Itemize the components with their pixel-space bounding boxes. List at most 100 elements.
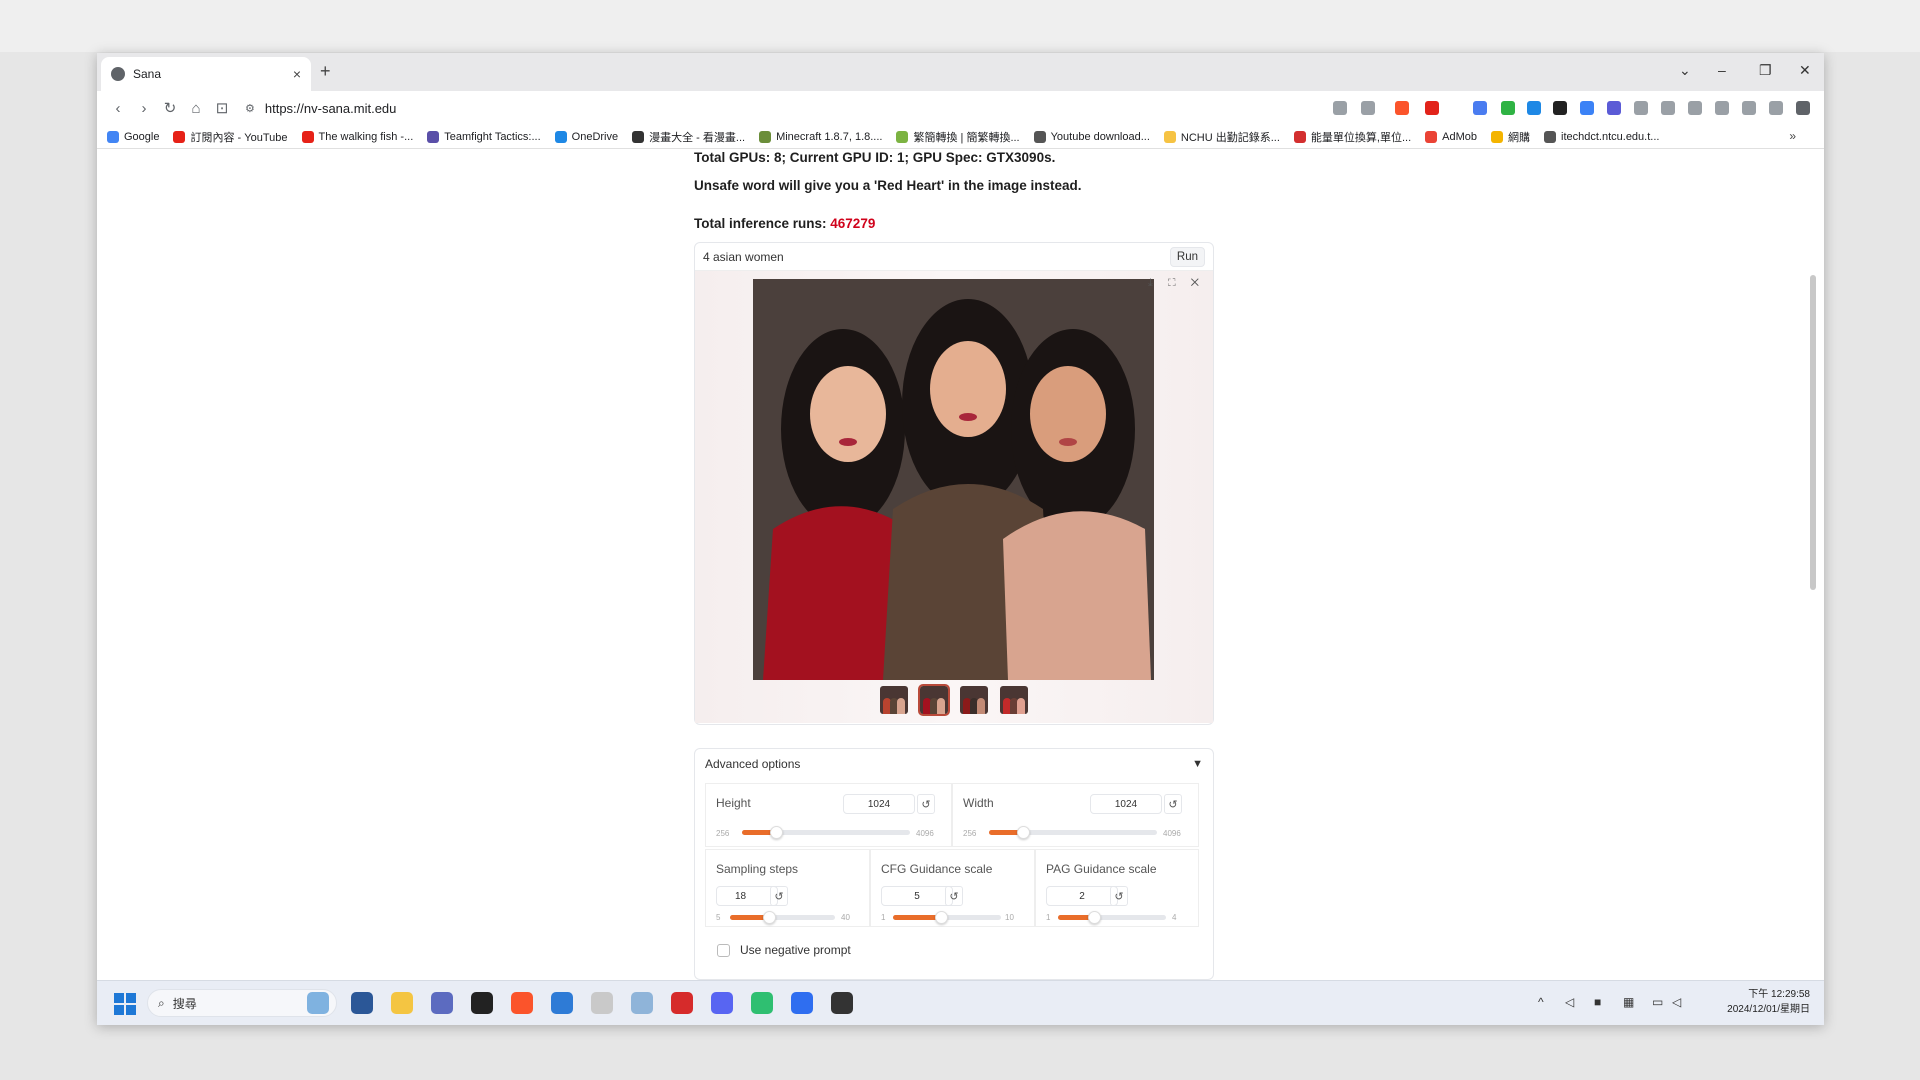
tray-expand-icon[interactable]: ^ <box>1538 995 1544 1009</box>
pag-scale-slider-knob[interactable] <box>1087 911 1101 924</box>
height-input[interactable]: 1024 <box>843 794 915 814</box>
gallery-tools[interactable]: ⤓ ⛶ ✕ <box>1148 277 1205 290</box>
minimize-button[interactable]: – <box>1718 62 1726 78</box>
extension-shield-icon[interactable] <box>1501 101 1515 115</box>
media-icon[interactable] <box>1661 101 1675 115</box>
run-button[interactable]: Run <box>1169 246 1205 267</box>
close-tab-icon[interactable]: × <box>293 66 301 82</box>
generated-image[interactable] <box>753 279 1154 680</box>
terminal-icon[interactable] <box>471 992 493 1014</box>
sampling-steps-reset-icon[interactable]: ↺ <box>770 886 788 906</box>
bookmark-item[interactable]: Youtube download... <box>1033 130 1150 143</box>
sampling-steps-slider-knob[interactable] <box>762 911 776 924</box>
cfg-scale-slider-knob[interactable] <box>934 911 948 924</box>
site-info-icon[interactable]: ⚙ <box>245 102 255 115</box>
scrollbar-thumb[interactable] <box>1810 275 1816 590</box>
forward-icon[interactable]: › <box>131 100 157 117</box>
thumbnail-4[interactable] <box>1000 686 1028 714</box>
width-reset-icon[interactable]: ↺ <box>1164 794 1182 814</box>
home-icon[interactable]: ⌂ <box>183 100 209 117</box>
width-input[interactable]: 1024 <box>1090 794 1162 814</box>
bookmark-item[interactable]: 繁簡轉換 | 簡繁轉換... <box>896 129 1020 145</box>
pag-scale-input[interactable]: 2 <box>1046 886 1118 906</box>
widgets-icon[interactable] <box>307 992 329 1014</box>
height-reset-icon[interactable]: ↺ <box>917 794 935 814</box>
height-slider-knob[interactable] <box>769 826 783 839</box>
messenger-icon[interactable] <box>791 992 813 1014</box>
tab-sana[interactable]: Sana × <box>101 57 311 91</box>
ime-mode-icon[interactable]: ▦ <box>1623 995 1634 1009</box>
height-slider[interactable] <box>742 826 910 839</box>
app-blue-icon[interactable] <box>551 992 573 1014</box>
restore-button[interactable]: ❐ <box>1759 62 1772 79</box>
negative-prompt-toggle[interactable]: Use negative prompt <box>717 943 851 957</box>
bookmark-item[interactable]: OneDrive <box>554 130 618 143</box>
width-slider-knob[interactable] <box>1016 826 1030 839</box>
advanced-options-header[interactable]: Advanced options ▼ <box>695 749 1213 779</box>
wallet-icon[interactable] <box>1742 101 1756 115</box>
close-window-button[interactable]: ✕ <box>1799 62 1811 79</box>
extension-sound-icon[interactable] <box>1580 101 1594 115</box>
discord-icon[interactable] <box>711 992 733 1014</box>
bookmark-item[interactable]: The walking fish -... <box>301 130 413 143</box>
new-tab-button[interactable]: + <box>320 61 331 82</box>
collapse-arrow-icon[interactable]: ▼ <box>1192 758 1203 770</box>
extension-dark-icon[interactable] <box>1553 101 1567 115</box>
bookmark-icon[interactable]: ⊡ <box>209 99 235 117</box>
ime-icon[interactable]: ■ <box>1594 995 1601 1009</box>
bookmark-item[interactable]: 能量單位換算,單位... <box>1293 129 1411 145</box>
tab-search-dropdown-icon[interactable]: ⌄ <box>1679 62 1691 79</box>
speaker-icon[interactable]: ◁ <box>1565 995 1574 1009</box>
network-icon[interactable]: ▭ <box>1652 995 1663 1009</box>
store-icon[interactable] <box>351 992 373 1014</box>
thumbnail-2[interactable] <box>918 684 950 716</box>
extensions-puzzle-icon[interactable] <box>1634 101 1648 115</box>
bookmark-item[interactable]: AdMob <box>1425 130 1477 143</box>
page-scrollbar[interactable] <box>1808 150 1818 980</box>
back-icon[interactable]: ‹ <box>105 100 131 117</box>
brave-rewards-icon[interactable] <box>1425 101 1439 115</box>
bookmark-item[interactable]: 訂閱內容 - YouTube <box>173 129 288 145</box>
extension-download-icon[interactable] <box>1527 101 1541 115</box>
app-dark-icon[interactable] <box>831 992 853 1014</box>
bookmark-item[interactable]: Google <box>107 130 159 143</box>
notepad-icon[interactable] <box>751 992 773 1014</box>
address-bar[interactable]: ⚙ https://nv-sana.mit.edu <box>245 95 1445 121</box>
brave-shields-icon[interactable] <box>1395 101 1409 115</box>
calculator-icon[interactable] <box>431 992 453 1014</box>
downloads-icon[interactable] <box>1688 101 1702 115</box>
sidebar-icon[interactable] <box>1715 101 1729 115</box>
bookmark-item[interactable]: itechdct.ntcu.edu.t... <box>1544 130 1659 143</box>
sampling-steps-input[interactable]: 18 <box>716 886 778 906</box>
more-bookmarks-icon[interactable]: » <box>1789 129 1796 143</box>
bookmark-item[interactable]: NCHU 出勤記錄系... <box>1163 129 1280 145</box>
prompt-input[interactable]: 4 asian women <box>703 250 784 264</box>
start-button[interactable] <box>114 993 136 1015</box>
bookmark-item[interactable]: 網購 <box>1491 129 1530 145</box>
leo-icon[interactable] <box>1769 101 1783 115</box>
width-slider[interactable] <box>989 826 1157 839</box>
bookmark-item[interactable]: Teamfight Tactics:... <box>427 130 541 143</box>
cfg-scale-slider[interactable] <box>893 911 1001 924</box>
volume-icon[interactable]: ◁ <box>1672 995 1681 1009</box>
extension-purple-icon[interactable] <box>1607 101 1621 115</box>
sampling-steps-slider[interactable] <box>730 911 835 924</box>
pag-scale-reset-icon[interactable]: ↺ <box>1110 886 1128 906</box>
thumbnail-3[interactable] <box>960 686 988 714</box>
photos-icon[interactable] <box>631 992 653 1014</box>
thumbnail-1[interactable] <box>880 686 908 714</box>
negative-prompt-checkbox[interactable] <box>717 943 730 957</box>
reload-icon[interactable]: ↻ <box>157 99 183 117</box>
share-icon[interactable] <box>1361 101 1375 115</box>
translate-icon[interactable] <box>1333 101 1347 115</box>
extension-translate-icon[interactable] <box>1473 101 1487 115</box>
pag-scale-slider[interactable] <box>1058 911 1166 924</box>
file-explorer-icon[interactable] <box>391 992 413 1014</box>
bookmark-item[interactable]: Minecraft 1.8.7, 1.8.... <box>759 130 882 143</box>
brave-browser-icon[interactable] <box>511 992 533 1014</box>
clock[interactable]: 下午 12:29:58 2024/12/01/星期日 <box>1727 987 1810 1017</box>
app-compass-icon[interactable] <box>591 992 613 1014</box>
cfg-scale-reset-icon[interactable]: ↺ <box>945 886 963 906</box>
bookmark-item[interactable]: 漫畫大全 - 看漫畫... <box>632 129 745 145</box>
app-red-icon[interactable] <box>671 992 693 1014</box>
